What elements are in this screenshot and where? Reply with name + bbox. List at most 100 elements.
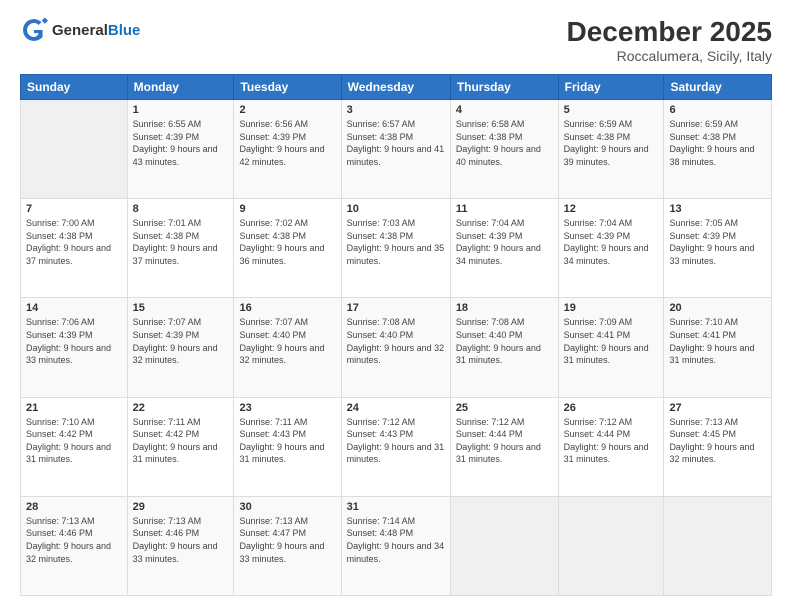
- day-info: Sunrise: 7:12 AMSunset: 4:44 PMDaylight:…: [564, 416, 659, 466]
- logo: GeneralBlue: [20, 16, 140, 44]
- month-title: December 2025: [567, 16, 772, 48]
- day-info: Sunrise: 7:02 AMSunset: 4:38 PMDaylight:…: [239, 217, 335, 267]
- weekday-header: Monday: [127, 75, 234, 100]
- calendar-cell: 27Sunrise: 7:13 AMSunset: 4:45 PMDayligh…: [664, 397, 772, 496]
- day-info: Sunrise: 7:14 AMSunset: 4:48 PMDaylight:…: [347, 515, 445, 565]
- title-block: December 2025 Roccalumera, Sicily, Italy: [567, 16, 772, 64]
- day-number: 6: [669, 104, 766, 116]
- day-info: Sunrise: 6:59 AMSunset: 4:38 PMDaylight:…: [564, 118, 659, 168]
- calendar-cell: 29 Sunrise: 7:13 AMSunset: 4:46 PMDayligh…: [127, 496, 234, 595]
- calendar-cell: 11 Sunrise: 7:04 AMSunset: 4:39 PMDayligh…: [450, 199, 558, 298]
- day-info: Sunrise: 7:12 AMSunset: 4:44 PMDaylight:…: [456, 416, 553, 466]
- day-number: 11: [456, 203, 553, 215]
- weekday-row: SundayMondayTuesdayWednesdayThursdayFrid…: [21, 75, 772, 100]
- calendar-cell: 5 Sunrise: 6:59 AMSunset: 4:38 PMDaylight…: [558, 100, 664, 199]
- calendar-cell: 31Sunrise: 7:14 AMSunset: 4:48 PMDayligh…: [341, 496, 450, 595]
- day-info: Sunrise: 7:13 AMSunset: 4:46 PMDaylight:…: [26, 515, 122, 565]
- calendar-cell: 30 Sunrise: 7:13 AMSunset: 4:47 PMDayligh…: [234, 496, 341, 595]
- calendar-cell: 10 Sunrise: 7:03 AMSunset: 4:38 PMDayligh…: [341, 199, 450, 298]
- calendar-cell: [450, 496, 558, 595]
- logo-general: General: [52, 22, 108, 39]
- day-number: 19: [564, 302, 659, 314]
- day-info: Sunrise: 7:10 AMSunset: 4:42 PMDaylight:…: [26, 416, 122, 466]
- day-number: 5: [564, 104, 659, 116]
- day-info: Sunrise: 7:04 AMSunset: 4:39 PMDaylight:…: [564, 217, 659, 267]
- day-info: Sunrise: 6:55 AMSunset: 4:39 PMDaylight:…: [133, 118, 229, 168]
- day-info: Sunrise: 6:56 AMSunset: 4:39 PMDaylight:…: [239, 118, 335, 168]
- day-number: 13: [669, 203, 766, 215]
- day-number: 4: [456, 104, 553, 116]
- day-number: 14: [26, 302, 122, 314]
- calendar-cell: 19 Sunrise: 7:09 AMSunset: 4:41 PMDayligh…: [558, 298, 664, 397]
- calendar-cell: 2Sunrise: 6:56 AMSunset: 4:39 PMDaylight…: [234, 100, 341, 199]
- calendar-week-row: 1Sunrise: 6:55 AMSunset: 4:39 PMDaylight…: [21, 100, 772, 199]
- day-number: 26: [564, 402, 659, 414]
- calendar-cell: 6 Sunrise: 6:59 AMSunset: 4:38 PMDaylight…: [664, 100, 772, 199]
- calendar-cell: 14 Sunrise: 7:06 AMSunset: 4:39 PMDayligh…: [21, 298, 128, 397]
- calendar-cell: 7Sunrise: 7:00 AMSunset: 4:38 PMDaylight…: [21, 199, 128, 298]
- day-info: Sunrise: 7:12 AMSunset: 4:43 PMDaylight:…: [347, 416, 445, 466]
- day-info: Sunrise: 7:01 AMSunset: 4:38 PMDaylight:…: [133, 217, 229, 267]
- calendar-cell: 20Sunrise: 7:10 AMSunset: 4:41 PMDayligh…: [664, 298, 772, 397]
- day-info: Sunrise: 7:04 AMSunset: 4:39 PMDaylight:…: [456, 217, 553, 267]
- day-info: Sunrise: 7:08 AMSunset: 4:40 PMDaylight:…: [456, 316, 553, 366]
- calendar-body: 1Sunrise: 6:55 AMSunset: 4:39 PMDaylight…: [21, 100, 772, 596]
- day-number: 22: [133, 402, 229, 414]
- calendar-cell: 16 Sunrise: 7:07 AMSunset: 4:40 PMDayligh…: [234, 298, 341, 397]
- calendar-cell: 3 Sunrise: 6:57 AMSunset: 4:38 PMDaylight…: [341, 100, 450, 199]
- calendar-cell: 8 Sunrise: 7:01 AMSunset: 4:38 PMDaylight…: [127, 199, 234, 298]
- calendar-week-row: 28 Sunrise: 7:13 AMSunset: 4:46 PMDayligh…: [21, 496, 772, 595]
- day-number: 29: [133, 501, 229, 513]
- calendar-cell: 28 Sunrise: 7:13 AMSunset: 4:46 PMDayligh…: [21, 496, 128, 595]
- day-info: Sunrise: 7:03 AMSunset: 4:38 PMDaylight:…: [347, 217, 445, 267]
- day-info: Sunrise: 7:09 AMSunset: 4:41 PMDaylight:…: [564, 316, 659, 366]
- logo-icon: [20, 16, 48, 44]
- calendar-cell: 21 Sunrise: 7:10 AMSunset: 4:42 PMDayligh…: [21, 397, 128, 496]
- location-title: Roccalumera, Sicily, Italy: [567, 48, 772, 64]
- calendar-cell: [21, 100, 128, 199]
- day-info: Sunrise: 7:07 AMSunset: 4:39 PMDaylight:…: [133, 316, 229, 366]
- day-info: Sunrise: 7:00 AMSunset: 4:38 PMDaylight:…: [26, 217, 122, 267]
- day-number: 10: [347, 203, 445, 215]
- calendar-cell: 13 Sunrise: 7:05 AMSunset: 4:39 PMDayligh…: [664, 199, 772, 298]
- weekday-header: Tuesday: [234, 75, 341, 100]
- logo-blue: Blue: [108, 22, 141, 39]
- calendar-cell: [558, 496, 664, 595]
- day-number: 16: [239, 302, 335, 314]
- day-info: Sunrise: 7:05 AMSunset: 4:39 PMDaylight:…: [669, 217, 766, 267]
- calendar-cell: 18Sunrise: 7:08 AMSunset: 4:40 PMDayligh…: [450, 298, 558, 397]
- calendar-cell: 1Sunrise: 6:55 AMSunset: 4:39 PMDaylight…: [127, 100, 234, 199]
- day-info: Sunrise: 7:08 AMSunset: 4:40 PMDaylight:…: [347, 316, 445, 366]
- day-number: 15: [133, 302, 229, 314]
- weekday-header: Friday: [558, 75, 664, 100]
- weekday-header: Saturday: [664, 75, 772, 100]
- day-number: 28: [26, 501, 122, 513]
- day-info: Sunrise: 7:13 AMSunset: 4:46 PMDaylight:…: [133, 515, 229, 565]
- day-info: Sunrise: 7:13 AMSunset: 4:45 PMDaylight:…: [669, 416, 766, 466]
- day-number: 12: [564, 203, 659, 215]
- day-info: Sunrise: 7:11 AMSunset: 4:42 PMDaylight:…: [133, 416, 229, 466]
- day-info: Sunrise: 6:59 AMSunset: 4:38 PMDaylight:…: [669, 118, 766, 168]
- day-number: 30: [239, 501, 335, 513]
- calendar-cell: [664, 496, 772, 595]
- day-info: Sunrise: 7:07 AMSunset: 4:40 PMDaylight:…: [239, 316, 335, 366]
- calendar-header: SundayMondayTuesdayWednesdayThursdayFrid…: [21, 75, 772, 100]
- day-info: Sunrise: 7:13 AMSunset: 4:47 PMDaylight:…: [239, 515, 335, 565]
- day-number: 8: [133, 203, 229, 215]
- day-number: 21: [26, 402, 122, 414]
- day-info: Sunrise: 6:57 AMSunset: 4:38 PMDaylight:…: [347, 118, 445, 168]
- day-number: 25: [456, 402, 553, 414]
- day-number: 3: [347, 104, 445, 116]
- day-info: Sunrise: 6:58 AMSunset: 4:38 PMDaylight:…: [456, 118, 553, 168]
- day-info: Sunrise: 7:06 AMSunset: 4:39 PMDaylight:…: [26, 316, 122, 366]
- calendar: SundayMondayTuesdayWednesdayThursdayFrid…: [20, 74, 772, 596]
- weekday-header: Sunday: [21, 75, 128, 100]
- page: GeneralBlue December 2025 Roccalumera, S…: [0, 0, 792, 612]
- calendar-cell: 15 Sunrise: 7:07 AMSunset: 4:39 PMDayligh…: [127, 298, 234, 397]
- calendar-cell: 4 Sunrise: 6:58 AMSunset: 4:38 PMDaylight…: [450, 100, 558, 199]
- calendar-cell: 17Sunrise: 7:08 AMSunset: 4:40 PMDayligh…: [341, 298, 450, 397]
- calendar-cell: 26 Sunrise: 7:12 AMSunset: 4:44 PMDayligh…: [558, 397, 664, 496]
- calendar-cell: 23Sunrise: 7:11 AMSunset: 4:43 PMDayligh…: [234, 397, 341, 496]
- calendar-week-row: 7Sunrise: 7:00 AMSunset: 4:38 PMDaylight…: [21, 199, 772, 298]
- day-number: 23: [239, 402, 335, 414]
